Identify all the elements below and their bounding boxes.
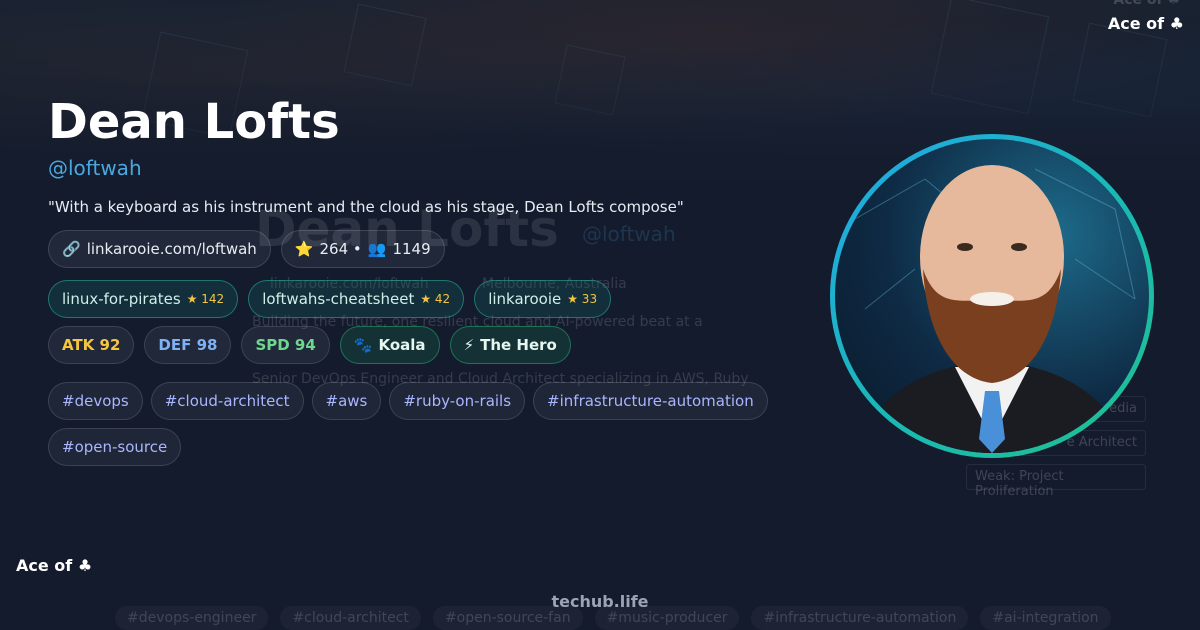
repo-stars: ★ 142 xyxy=(186,292,225,306)
avatar-portrait xyxy=(854,165,1136,453)
badge-label: Koala xyxy=(378,336,426,354)
repo-row: linux-for-pirates ★ 142 loftwahs-cheatsh… xyxy=(48,280,788,318)
badge-label: The Hero xyxy=(480,336,557,354)
repo-stars: ★ 42 xyxy=(420,292,451,306)
profile-link-text: linkarooie.com/loftwah xyxy=(86,240,257,258)
ace-label-bottom: Ace of ♣ xyxy=(16,556,93,575)
repo-name: linux-for-pirates xyxy=(62,290,181,308)
tag-pill[interactable]: #open-source xyxy=(48,428,182,466)
ace-label-top: Ace of ♣ xyxy=(1107,14,1184,33)
ace-label-ghost: Ace of ♣ xyxy=(1113,0,1180,8)
repo-pill[interactable]: loftwahs-cheatsheet ★ 42 xyxy=(248,280,465,318)
followers-icon: 👥 xyxy=(367,240,387,258)
card-stats-row: ATK 92 DEF 98 SPD 94 🐾 Koala ⚡ The Hero xyxy=(48,326,788,364)
repo-name: loftwahs-cheatsheet xyxy=(262,290,415,308)
ghost-box-3: Weak: Project Proliferation xyxy=(966,464,1146,499)
stat-spd: SPD 94 xyxy=(241,326,330,364)
tag-pill[interactable]: #devops xyxy=(48,382,143,420)
profile-handle[interactable]: @loftwah xyxy=(48,156,788,180)
stat-atk: ATK 92 xyxy=(48,326,135,364)
repo-pill[interactable]: linux-for-pirates ★ 142 xyxy=(48,280,239,318)
profile-link[interactable]: 🔗 linkarooie.com/loftwah xyxy=(48,230,271,268)
followers-count: 1149 xyxy=(392,240,431,258)
link-stats-row: 🔗 linkarooie.com/loftwah ⭐ 264 • 👥 1149 xyxy=(48,230,788,268)
link-icon: 🔗 xyxy=(62,240,81,258)
profile-stats: ⭐ 264 • 👥 1149 xyxy=(280,230,445,268)
profile-quote: "With a keyboard as his instrument and t… xyxy=(48,198,684,216)
profile-name: Dean Lofts xyxy=(48,94,340,150)
badge-hero: ⚡ The Hero xyxy=(449,326,571,364)
tag-pill[interactable]: #infrastructure-automation xyxy=(533,382,768,420)
star-icon: ⭐ xyxy=(294,240,314,258)
lightning-icon: ⚡ xyxy=(463,336,475,354)
site-label[interactable]: techub.life xyxy=(0,592,1200,611)
profile-main: Dean Lofts @loftwah "With a keyboard as … xyxy=(48,92,788,466)
tag-pill[interactable]: #aws xyxy=(311,382,382,420)
repo-stars: ★ 33 xyxy=(567,292,598,306)
paw-icon: 🐾 xyxy=(353,336,373,354)
stat-def: DEF 98 xyxy=(144,326,232,364)
stats-text: 264 • xyxy=(319,240,362,258)
tag-pill[interactable]: #ruby-on-rails xyxy=(389,382,526,420)
badge-koala: 🐾 Koala xyxy=(339,326,440,364)
avatar-ring xyxy=(830,134,1154,458)
avatar[interactable] xyxy=(835,139,1149,453)
tags-row: #devops #cloud-architect #aws #ruby-on-r… xyxy=(48,382,788,466)
repo-name: linkarooie xyxy=(488,290,562,308)
repo-pill[interactable]: linkarooie ★ 33 xyxy=(474,280,612,318)
tag-pill[interactable]: #cloud-architect xyxy=(150,382,304,420)
